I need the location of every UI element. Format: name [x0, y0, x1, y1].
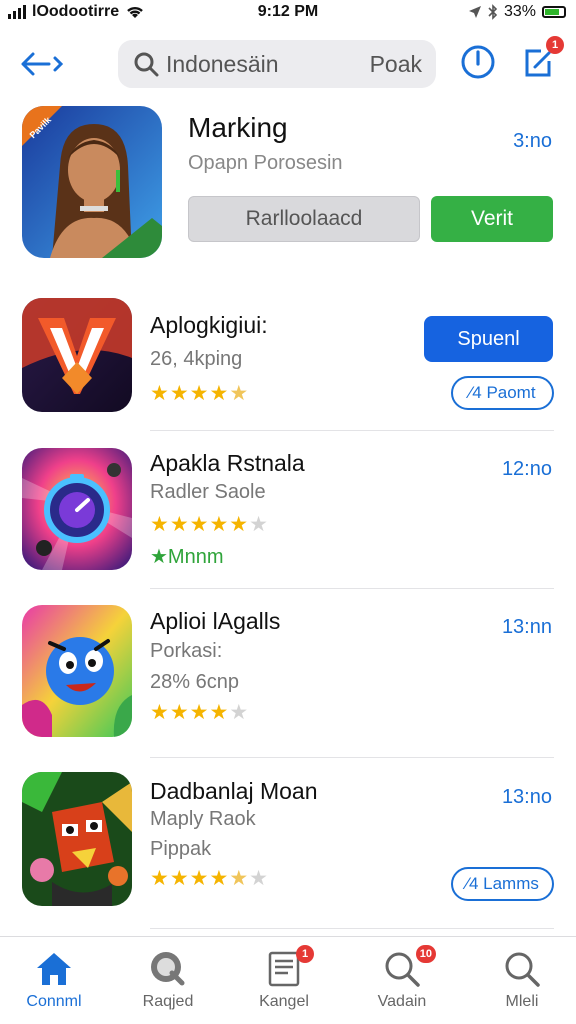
divider [150, 928, 554, 929]
primary-button[interactable]: Verit [431, 196, 553, 242]
rating-stars-3: ★★★★★ [150, 701, 250, 724]
rating-stars-2: ★★★★★★ [150, 513, 269, 536]
app-action-button-1[interactable]: Spuenl [424, 316, 553, 362]
battery-icon [542, 6, 566, 18]
app-logo-image [22, 298, 132, 412]
tab-badge: 1 [296, 945, 314, 963]
app-icon-3[interactable] [22, 605, 132, 737]
app-extra-4: Pippak [150, 838, 212, 860]
tab-label: Raqjed [142, 993, 194, 1010]
app-info-1: 26, 4kping [150, 348, 243, 370]
app-extra-3: 28% 6cnp [150, 671, 239, 693]
featured-title: Marking [188, 112, 288, 143]
app-info-4: Maply Raok [150, 808, 256, 830]
app-info-2: Radler Saole [150, 481, 266, 503]
app-title-3: Aplioi lAgalls [150, 608, 281, 634]
tab-vadain[interactable]: 10 Vadain [352, 937, 452, 1024]
rating-stars-1: ★★★★★ [150, 382, 250, 405]
status-bar: lOodootirre 9:12 PM 33% [0, 0, 576, 26]
rating-stars-4: ★★★★★★ [150, 867, 269, 890]
app-extra-2: ★Mnnm [150, 546, 224, 568]
tab-label: Mleli [505, 993, 539, 1010]
info-icon [461, 45, 495, 79]
app-icon-1[interactable] [22, 298, 132, 412]
app-secondary-button-1[interactable]: ⁄4 Paomt [451, 376, 554, 410]
bluetooth-icon [488, 4, 498, 20]
secondary-button[interactable]: Rarlloolaacd [188, 196, 420, 242]
app-title-1: Aplogkigiui: [150, 312, 268, 338]
tab-badge: 10 [415, 945, 436, 963]
tab-mleli[interactable]: Mleli [472, 937, 572, 1024]
tab-label: Connml [26, 993, 82, 1010]
app-icon-4[interactable] [22, 772, 132, 906]
location-icon [468, 6, 481, 18]
app-info-3: Porkasi: [150, 640, 223, 662]
app-time-3: 13:nn [501, 616, 552, 638]
tab-bar: Connml Raqjed 1 Kangel 10 Vadain Mleli [0, 936, 576, 1024]
tab-label: Kangel [259, 993, 309, 1010]
home-icon [37, 953, 71, 985]
featured-app-icon[interactable]: Pavilk [22, 106, 162, 258]
app-logo-image [22, 772, 132, 906]
app-secondary-button-4[interactable]: ⁄4 Lamms [451, 867, 554, 901]
search-icon [505, 952, 540, 987]
tab-label: Vadain [377, 993, 427, 1010]
app-time-4: 13:no [501, 786, 552, 808]
search-icon [151, 952, 185, 986]
divider [150, 588, 554, 589]
tab-kangel[interactable]: 1 Kangel [234, 937, 334, 1024]
featured-time: 3:no [513, 130, 552, 152]
featured-subtitle: Opapn Porosesin [188, 152, 343, 174]
app-title-4: Dadbanlaj Moan [150, 778, 318, 804]
compose-button[interactable]: 1 [518, 36, 564, 82]
search-icon [134, 52, 159, 77]
notification-badge: 1 [546, 36, 564, 54]
divider [150, 430, 554, 431]
search-suffix: Poak [369, 50, 422, 77]
app-logo-image [22, 448, 132, 570]
app-logo-image [22, 605, 132, 737]
search-input[interactable]: Indonesäin Poak [118, 40, 436, 88]
info-button[interactable] [458, 42, 498, 82]
divider [150, 757, 554, 758]
back-button[interactable] [14, 44, 70, 84]
battery-percent: 33% [503, 3, 536, 20]
app-time-2: 12:no [501, 458, 552, 480]
tab-home[interactable]: Connml [4, 937, 104, 1024]
tab-ranked[interactable]: Raqjed [118, 937, 218, 1024]
app-icon-2[interactable] [22, 448, 132, 570]
app-title-2: Apakla Rstnala [150, 450, 305, 476]
search-placeholder: Indonesäin [166, 50, 279, 77]
arrow-left-icon [21, 52, 64, 76]
